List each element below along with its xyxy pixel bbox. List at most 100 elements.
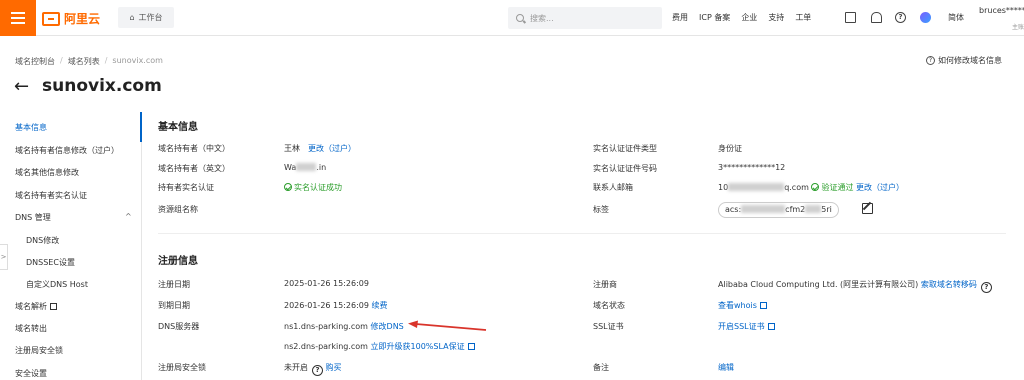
renew-link[interactable]: 续费 [372, 301, 388, 310]
sidebar-item-transfer-out[interactable]: 域名转出 [15, 323, 47, 334]
realname-label: 持有者实名认证 [158, 183, 214, 192]
sidebar-item-dns-manage[interactable]: DNS 管理 [15, 212, 51, 223]
sidebar-item-custom-dns-host[interactable]: 自定义DNS Host [26, 279, 88, 290]
check-circle-icon [811, 183, 820, 191]
sidebar-item-dns-resolve[interactable]: 域名解析 [15, 301, 57, 312]
nav-support[interactable]: 支持 [768, 12, 784, 23]
annotation-arrow [408, 320, 487, 331]
hamburger-menu-icon[interactable] [0, 0, 36, 36]
bell-icon[interactable] [871, 12, 882, 23]
aliyun-logo-icon [42, 11, 60, 26]
exp-date-label: 到期日期 [158, 301, 190, 310]
sidebar-item-holder-change[interactable]: 域名持有者信息修改（过户） [15, 145, 119, 156]
search-input[interactable]: 搜索... [508, 7, 662, 29]
page-title: sunovix.com [42, 76, 162, 96]
holder-cn-text: 王林 [284, 144, 300, 153]
aliyun-logo[interactable]: 阿里云 [42, 10, 100, 27]
tag-mid: cfm2 [785, 205, 806, 214]
ai-assistant-icon[interactable] [920, 12, 931, 23]
tag-pill[interactable]: acs: cfm2 5ri [718, 202, 839, 218]
whois-link[interactable]: 查看whois [718, 300, 767, 311]
nav-enterprise[interactable]: 企业 [741, 12, 757, 23]
workbench-label: 工作台 [138, 13, 163, 22]
language-switch[interactable]: 简体 [948, 12, 964, 23]
redacted-block [728, 183, 785, 191]
sidebar-item-dnssec[interactable]: DNSSEC设置 [26, 257, 75, 268]
question-circle-icon: ? [926, 56, 935, 65]
check-circle-icon [284, 183, 292, 191]
resource-group-label: 资源组名称 [158, 205, 198, 214]
sidebar-item-other-info[interactable]: 域名其他信息修改 [15, 167, 79, 178]
howto-label: 如何修改域名信息 [938, 56, 1002, 65]
registrar-text: Alibaba Cloud Computing Ltd. (阿里云计算有限公司) [718, 280, 919, 289]
sidebar-collapse-chevron-icon[interactable]: > [0, 244, 8, 270]
sidebar-item-security[interactable]: 安全设置 [15, 368, 47, 379]
remark-edit-link[interactable]: 编辑 [718, 362, 734, 373]
breadcrumb-domain-console[interactable]: 域名控制台 [15, 56, 55, 67]
email-verified-text: 验证通过 [821, 183, 854, 192]
active-indicator [140, 112, 142, 142]
chevron-up-icon[interactable]: ^ [125, 212, 132, 221]
holder-cn-change-link[interactable]: 更改（过户） [308, 144, 356, 153]
sidebar-item-realname[interactable]: 域名持有者实名认证 [15, 190, 87, 201]
breadcrumb: 域名控制台 / 域名列表 / sunovix.com [15, 56, 163, 67]
top-bar: 阿里云 ⌂ 工作台 搜索... 费用 ICP 备案 企业 支持 工单 ? 简体 … [0, 0, 1024, 36]
workbench-button[interactable]: ⌂ 工作台 [118, 7, 174, 28]
user-name[interactable]: bruces****** [979, 6, 1024, 15]
whois-text: 查看whois [718, 301, 757, 310]
dns2-text: ns2.dns-parking.com [284, 342, 368, 351]
sidebar-item-dns-resolve-label: 域名解析 [15, 302, 47, 311]
back-arrow-icon[interactable]: ← [14, 78, 29, 96]
help-icon[interactable]: ? [312, 365, 323, 376]
tag-suffix: 5ri [821, 205, 832, 214]
basic-info-title: 基本信息 [158, 122, 198, 133]
help-icon[interactable]: ? [980, 282, 992, 293]
holder-en-value: Wa .in [284, 163, 326, 172]
holder-en-suffix: .in [316, 163, 327, 172]
exp-date-text: 2026-01-26 15:26:09 [284, 301, 369, 310]
edit-icon[interactable] [862, 203, 873, 214]
transfer-code-link[interactable]: 索取域名转移码 [921, 280, 977, 289]
howto-link[interactable]: ? 如何修改域名信息 [926, 55, 1002, 66]
registrar-value: Alibaba Cloud Computing Ltd. (阿里云计算有限公司)… [718, 279, 992, 293]
buy-link[interactable]: 购买 [326, 363, 342, 372]
reg-date-label: 注册日期 [158, 280, 190, 289]
nav-icp[interactable]: ICP 备案 [699, 12, 730, 23]
nav-billing[interactable]: 费用 [672, 12, 688, 23]
holder-en-prefix: Wa [284, 163, 297, 172]
help-icon[interactable]: ? [895, 12, 906, 23]
realname-status: 实名认证成功 [284, 182, 342, 193]
external-link-icon [50, 303, 57, 310]
ssl-text: 开启SSL证书 [718, 322, 765, 331]
logo-text: 阿里云 [64, 12, 101, 26]
terminal-icon[interactable] [845, 12, 856, 23]
email-suffix: q.com [784, 183, 809, 192]
tag-prefix: acs: [725, 205, 742, 214]
email-verified: 验证通过 [811, 183, 853, 192]
holder-en-label: 域名持有者（英文） [158, 164, 230, 173]
dns-modify-link[interactable]: 修改DNS [371, 322, 404, 331]
sidebar-item-registry-lock[interactable]: 注册局安全锁 [15, 345, 63, 356]
search-placeholder: 搜索... [530, 13, 554, 23]
breadcrumb-domain-list[interactable]: 域名列表 [68, 56, 100, 67]
remark-label: 备注 [593, 363, 609, 372]
lock-label: 注册局安全锁 [158, 363, 206, 372]
ssl-link[interactable]: 开启SSL证书 [718, 321, 775, 332]
email-prefix: 10 [718, 183, 729, 192]
external-link-icon [759, 302, 767, 309]
email-change-link[interactable]: 更改（过户） [856, 183, 904, 192]
external-link-icon [767, 323, 775, 330]
sla-upgrade-text: 立即升级获100%SLA保证 [370, 342, 465, 351]
register-info-title: 注册信息 [158, 256, 198, 267]
reg-date-value: 2025-01-26 15:26:09 [284, 279, 369, 288]
exp-date-value: 2026-01-26 15:26:09 续费 [284, 300, 388, 311]
sidebar-item-basic-info[interactable]: 基本信息 [15, 122, 47, 133]
nav-tickets[interactable]: 工单 [795, 12, 811, 23]
ssl-label: SSL证书 [593, 322, 624, 331]
sidebar-item-dns-modify[interactable]: DNS修改 [26, 235, 59, 246]
home-icon: ⌂ [129, 13, 135, 22]
dns1-value: ns1.dns-parking.com 修改DNS [284, 321, 404, 332]
redacted-block [805, 205, 822, 213]
redacted-block [296, 163, 317, 171]
sla-upgrade-link[interactable]: 立即升级获100%SLA保证 [371, 342, 475, 351]
